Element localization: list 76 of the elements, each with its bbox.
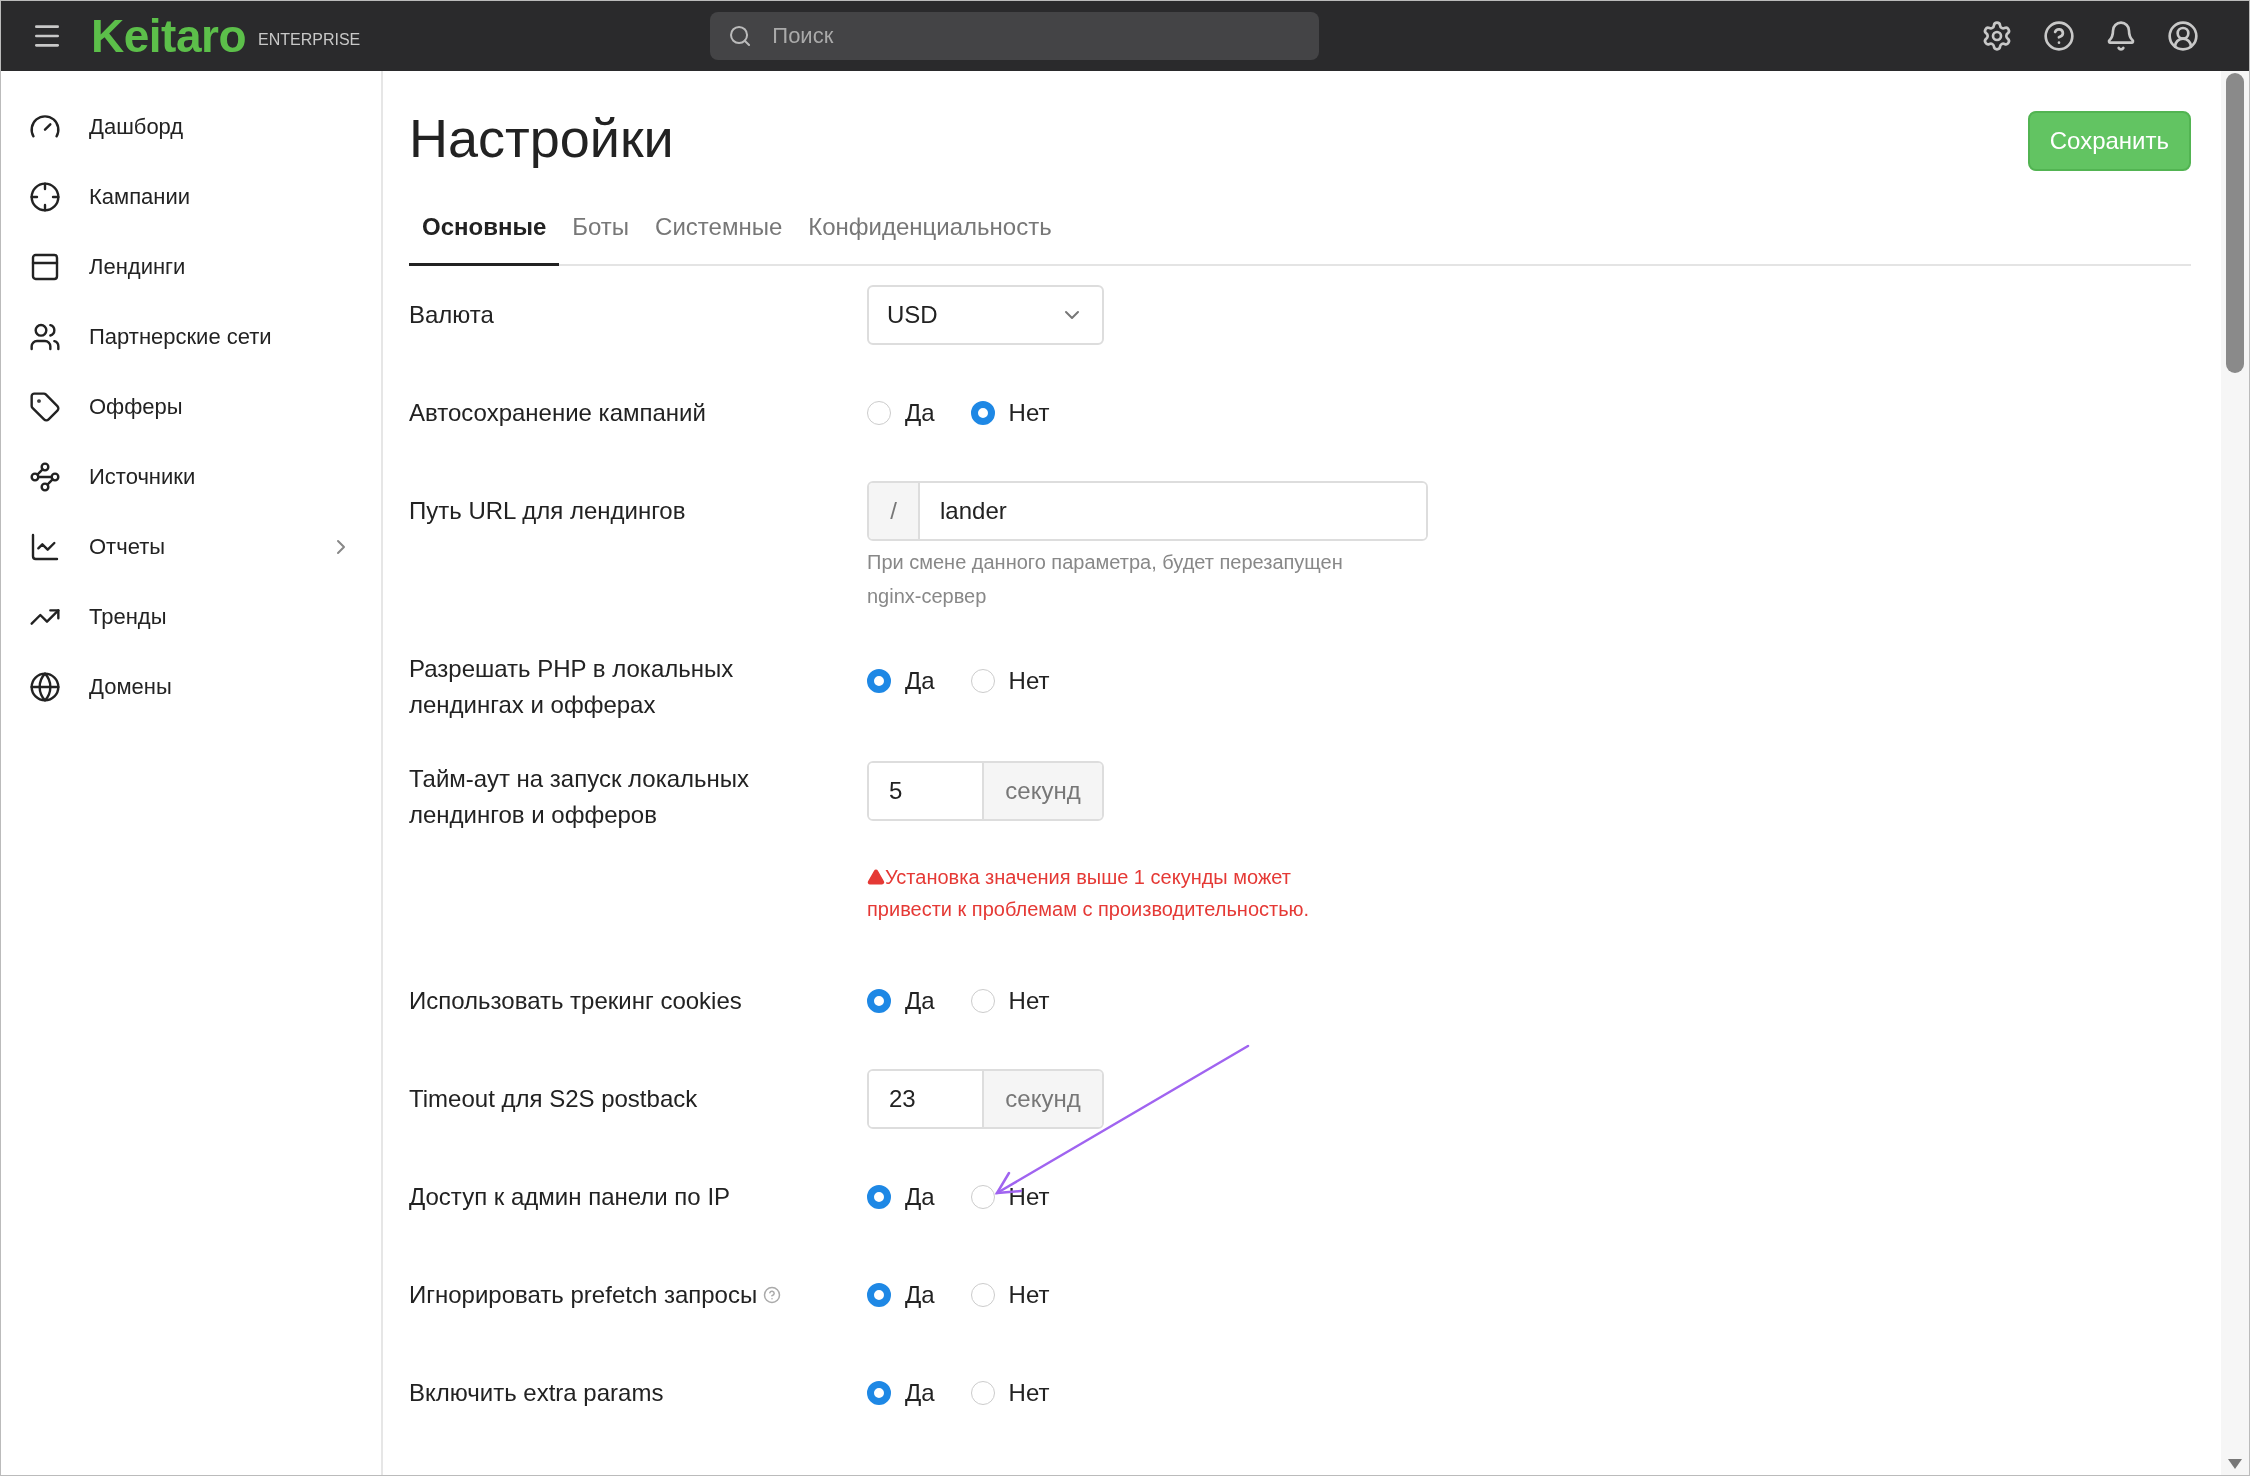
radio-circle[interactable]	[867, 989, 891, 1013]
hint-text: При смене данного параметра, будет перезапущен nginx-сервер	[867, 550, 1344, 609]
tab[interactable]: Боты	[559, 213, 643, 266]
seconds-field[interactable]: 23 секунд	[867, 1069, 1104, 1129]
page-title: Настройки	[409, 107, 674, 169]
setting-label: Timeout для S2S postback	[409, 1084, 698, 1114]
crosshair-icon	[29, 181, 61, 213]
chart-icon	[29, 531, 61, 563]
tag-icon	[29, 391, 61, 423]
sidebar-item[interactable]: Источники	[1, 442, 381, 512]
radio-option[interactable]: Нет	[970, 1281, 1050, 1309]
help-icon[interactable]	[2043, 20, 2075, 52]
route-icon	[29, 461, 61, 493]
scrollbar-thumb[interactable]	[2226, 73, 2244, 373]
radio-circle[interactable]	[970, 1381, 995, 1405]
radio-option[interactable]: Да	[867, 1183, 935, 1211]
setting-label: Доступ к админ панели по IP	[409, 1182, 731, 1212]
setting-label: Игнорировать prefetch запросы	[409, 1280, 758, 1310]
radio-option[interactable]: Нет	[970, 1379, 1050, 1407]
unit-addon: секунд	[984, 1071, 1102, 1127]
search-bar[interactable]: Поиск	[710, 12, 1320, 60]
logo[interactable]: Keitaro	[91, 9, 246, 63]
radio-circle[interactable]	[970, 669, 995, 693]
radio-option[interactable]: Да	[867, 1281, 935, 1309]
page-icon	[29, 251, 61, 283]
radio-option[interactable]: Нет	[970, 667, 1050, 695]
sidebar-item[interactable]: Домены	[1, 652, 381, 722]
radio-circle[interactable]	[867, 1185, 891, 1209]
radio-circle[interactable]	[867, 401, 891, 425]
people-icon	[29, 321, 61, 353]
setting-label: Автосохранение кампаний	[409, 398, 706, 428]
currency-select[interactable]: USD	[867, 285, 1104, 345]
user-icon[interactable]	[2167, 20, 2199, 52]
sidebar-item[interactable]: Партнерские сети	[1, 302, 381, 372]
sidebar-item[interactable]: Дашборд	[1, 92, 381, 162]
sidebar-item[interactable]: Офферы	[1, 372, 381, 442]
setting-label: Путь URL для лендингов	[409, 496, 686, 526]
tab[interactable]: Основные	[409, 213, 560, 266]
prefix-addon: /	[869, 483, 918, 539]
radio-circle[interactable]	[867, 669, 891, 693]
sidebar-item[interactable]: Тренды	[1, 582, 381, 652]
unit-addon: секунд	[984, 763, 1102, 819]
radio-option[interactable]: Нет	[970, 1183, 1050, 1211]
radio-circle[interactable]	[970, 1283, 995, 1307]
radio-option[interactable]: Да	[867, 399, 935, 427]
url-path-field[interactable]: / lander	[867, 481, 1428, 541]
warning-icon	[867, 868, 885, 886]
radio-option[interactable]: Да	[867, 667, 935, 695]
setting-label: Валюта	[409, 300, 494, 330]
radio-option[interactable]: Да	[867, 987, 935, 1015]
radio-circle[interactable]	[970, 401, 995, 425]
setting-label: Использовать трекинг cookies	[409, 986, 742, 1016]
setting-label: Включить extra params	[409, 1378, 664, 1408]
tab[interactable]: Системные	[642, 213, 796, 266]
sidebar-item[interactable]: Отчеты	[1, 512, 381, 582]
radio-circle[interactable]	[970, 989, 995, 1013]
sidebar-item[interactable]: Лендинги	[1, 232, 381, 302]
radio-circle[interactable]	[867, 1381, 891, 1405]
radio-option[interactable]: Нет	[970, 399, 1050, 427]
radio-circle[interactable]	[867, 1283, 891, 1307]
search-input[interactable]: Поиск	[770, 22, 1302, 50]
setting-label: Разрешать PHP в локальных лендингах и офферах	[409, 654, 735, 720]
bell-icon[interactable]	[2105, 20, 2137, 52]
sidebar-item[interactable]: Кампании	[1, 162, 381, 232]
edition-label: ENTERPRISE	[258, 31, 361, 49]
scroll-down-icon[interactable]	[2228, 1459, 2242, 1469]
globe-icon	[29, 671, 61, 703]
setting-label: Тайм-аут на запуск локальных лендингов и офферов	[409, 764, 751, 830]
radio-circle[interactable]	[970, 1185, 995, 1209]
warning-text: Установка значения выше 1 секунды может привести к проблемам с производительностью.	[867, 865, 1311, 922]
tab[interactable]: Конфиденциальность	[795, 213, 1065, 266]
search-icon	[728, 23, 753, 49]
settings-icon[interactable]	[1981, 20, 2013, 52]
seconds-field[interactable]: 5 секунд	[867, 761, 1104, 821]
radio-option[interactable]: Нет	[970, 987, 1050, 1015]
radio-option[interactable]: Да	[867, 1379, 935, 1407]
